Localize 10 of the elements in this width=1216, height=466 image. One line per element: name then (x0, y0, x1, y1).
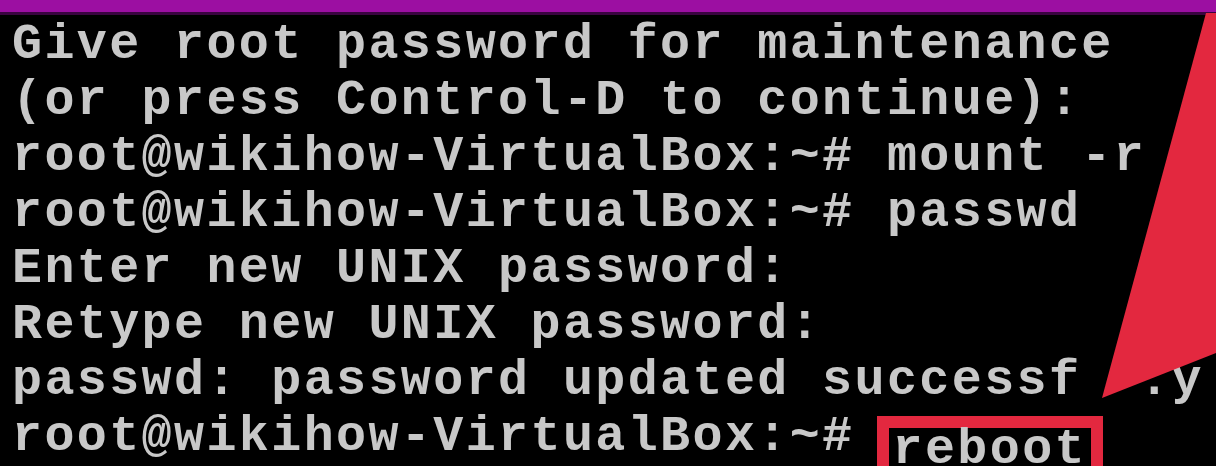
console-line: root@wikihow-VirtualBox:~# passwd (12, 185, 1082, 241)
console-line: Enter new UNIX password: (12, 241, 790, 297)
console-line: root@wikihow-VirtualBox:~# mount -r (12, 129, 1147, 185)
console-text: .y (1139, 353, 1205, 409)
console-line: root@wikihow-VirtualBox:~# (12, 409, 855, 465)
console-line: Retype new UNIX password: (12, 297, 823, 353)
console-line: Give root password for maintenance (12, 17, 1114, 73)
highlighted-command: reboot (876, 416, 1103, 466)
console-line: (or press Control-D to continue): (12, 73, 1082, 129)
console-line: passwd: password updated successf (12, 353, 1082, 409)
